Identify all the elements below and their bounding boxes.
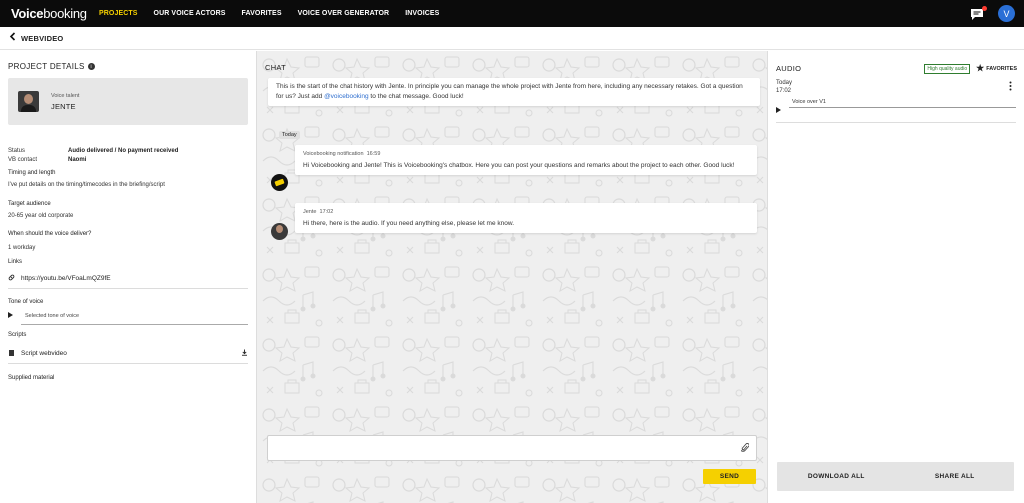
- audio-actions: DOWNLOAD ALL SHARE ALL: [777, 462, 1014, 491]
- divider: [8, 363, 248, 364]
- vb-contact-row: VB contact Naomi: [8, 157, 87, 163]
- audio-date: Today 17:02: [776, 80, 793, 94]
- tone-progress-bar[interactable]: [21, 323, 248, 325]
- chat-message-input[interactable]: [267, 435, 757, 461]
- jente-avatar: [271, 223, 288, 240]
- status-value: Audio delivered / No payment received: [68, 148, 179, 154]
- nav-item-voice-over-generator[interactable]: VOICE OVER GENERATOR: [298, 10, 390, 17]
- more-vertical-icon[interactable]: [1009, 81, 1012, 91]
- send-button[interactable]: SEND: [703, 469, 756, 484]
- voice-talent-label: Voice talent: [51, 92, 80, 99]
- link-icon: [8, 274, 15, 283]
- nav-item-projects[interactable]: PROJECTS: [99, 10, 138, 17]
- messages-icon[interactable]: [970, 5, 987, 21]
- divider: [8, 288, 248, 289]
- project-header: WEBVIDEO: [0, 27, 1024, 50]
- document-icon: [9, 350, 14, 356]
- message-text: Hi there, here is the audio. If you need…: [303, 220, 515, 227]
- play-icon[interactable]: [776, 107, 781, 113]
- chat-panel: CHAT This is the start of the chat histo…: [256, 51, 768, 503]
- supplied-material-label: Supplied material: [8, 375, 55, 381]
- voicebooking-logo[interactable]: Voicebooking: [11, 6, 99, 21]
- audio-player: Voice over V1: [776, 97, 1016, 113]
- links-label: Links: [8, 259, 23, 265]
- project-details-panel: PROJECT DETAILS i Voice talent JENTE Sta…: [0, 51, 256, 503]
- timing-value: I've put details on the timing/timecodes…: [8, 182, 165, 188]
- scripts-label: Scripts: [8, 332, 27, 338]
- link-row[interactable]: https://youtu.be/VFoaLmQZ9fE: [8, 270, 248, 286]
- high-quality-audio-badge[interactable]: High quality audio: [924, 63, 971, 74]
- script-row[interactable]: Script webvideo: [8, 346, 248, 360]
- project-details-heading: PROJECT DETAILS i: [8, 62, 248, 71]
- audio-panel: AUDIO High quality audio ★ FAVORITES Tod…: [769, 51, 1024, 503]
- tone-track[interactable]: Selected tone of voice: [21, 312, 248, 325]
- audio-header: AUDIO High quality audio ★ FAVORITES: [776, 63, 1017, 74]
- favorites-button[interactable]: ★ FAVORITES: [976, 63, 1017, 74]
- user-avatar[interactable]: V: [998, 5, 1015, 22]
- script-name[interactable]: Script webvideo: [21, 350, 67, 357]
- status-row: Status Audio delivered / No payment rece…: [8, 148, 179, 154]
- target-audience-value: 20-65 year old corporate: [8, 213, 74, 219]
- chat-heading: CHAT: [265, 63, 287, 72]
- share-all-button[interactable]: SHARE ALL: [896, 473, 1015, 480]
- nav-item-voice-actors[interactable]: OUR VOICE ACTORS: [154, 10, 226, 17]
- audio-item: Today 17:02 Voice over V1: [776, 79, 1016, 123]
- link-url[interactable]: https://youtu.be/VFoaLmQZ9fE: [21, 275, 111, 282]
- voicebooking-avatar: [271, 174, 288, 191]
- paperclip-icon[interactable]: [739, 442, 750, 456]
- voice-talent-card[interactable]: Voice talent JENTE: [8, 78, 248, 125]
- audio-heading: AUDIO: [776, 64, 802, 73]
- chevron-left-icon[interactable]: [9, 32, 16, 44]
- tone-audio-player: Selected tone of voice: [8, 308, 248, 325]
- download-all-button[interactable]: DOWNLOAD ALL: [777, 473, 896, 480]
- download-icon[interactable]: [241, 349, 248, 358]
- message-meta: Jente 17:02: [303, 209, 334, 215]
- deliver-label: When should the voice deliver?: [8, 231, 92, 237]
- notification-dot: [982, 5, 987, 11]
- audio-progress-bar[interactable]: [789, 107, 1016, 108]
- message-text: Hi Voicebooking and Jente! This is Voice…: [303, 162, 735, 169]
- info-icon[interactable]: i: [87, 63, 95, 70]
- target-audience-label: Target audience: [8, 201, 51, 207]
- message-meta: Voicebooking notification 16:59: [303, 151, 381, 157]
- voicebooking-mention[interactable]: @voicebooking: [324, 93, 369, 100]
- project-title: WEBVIDEO: [21, 33, 64, 43]
- voice-talent-name: JENTE: [51, 101, 76, 111]
- chat-message: Jente 17:02 Hi there, here is the audio.…: [295, 203, 757, 233]
- chat-intro-message: This is the start of the chat history wi…: [268, 78, 760, 106]
- nav-item-invoices[interactable]: INVOICES: [405, 10, 439, 17]
- audio-track[interactable]: Voice over V1: [789, 98, 1016, 112]
- tone-of-voice-label: Tone of voice: [8, 299, 44, 305]
- deliver-value: 1 workday: [8, 245, 36, 251]
- main-nav: PROJECTS OUR VOICE ACTORS FAVORITES VOIC…: [99, 10, 455, 17]
- nav-item-favorites[interactable]: FAVORITES: [242, 10, 282, 17]
- nav-right: V: [970, 5, 1015, 22]
- timing-label: Timing and length: [8, 170, 56, 176]
- play-icon[interactable]: [8, 312, 13, 318]
- chat-message: Voicebooking notification 16:59 Hi Voice…: [295, 145, 757, 175]
- vb-contact-value: Naomi: [68, 157, 87, 163]
- day-separator: Today: [279, 131, 300, 139]
- talent-avatar: [18, 91, 39, 112]
- top-navbar: Voicebooking PROJECTS OUR VOICE ACTORS F…: [0, 0, 1024, 27]
- star-icon: ★: [976, 63, 985, 73]
